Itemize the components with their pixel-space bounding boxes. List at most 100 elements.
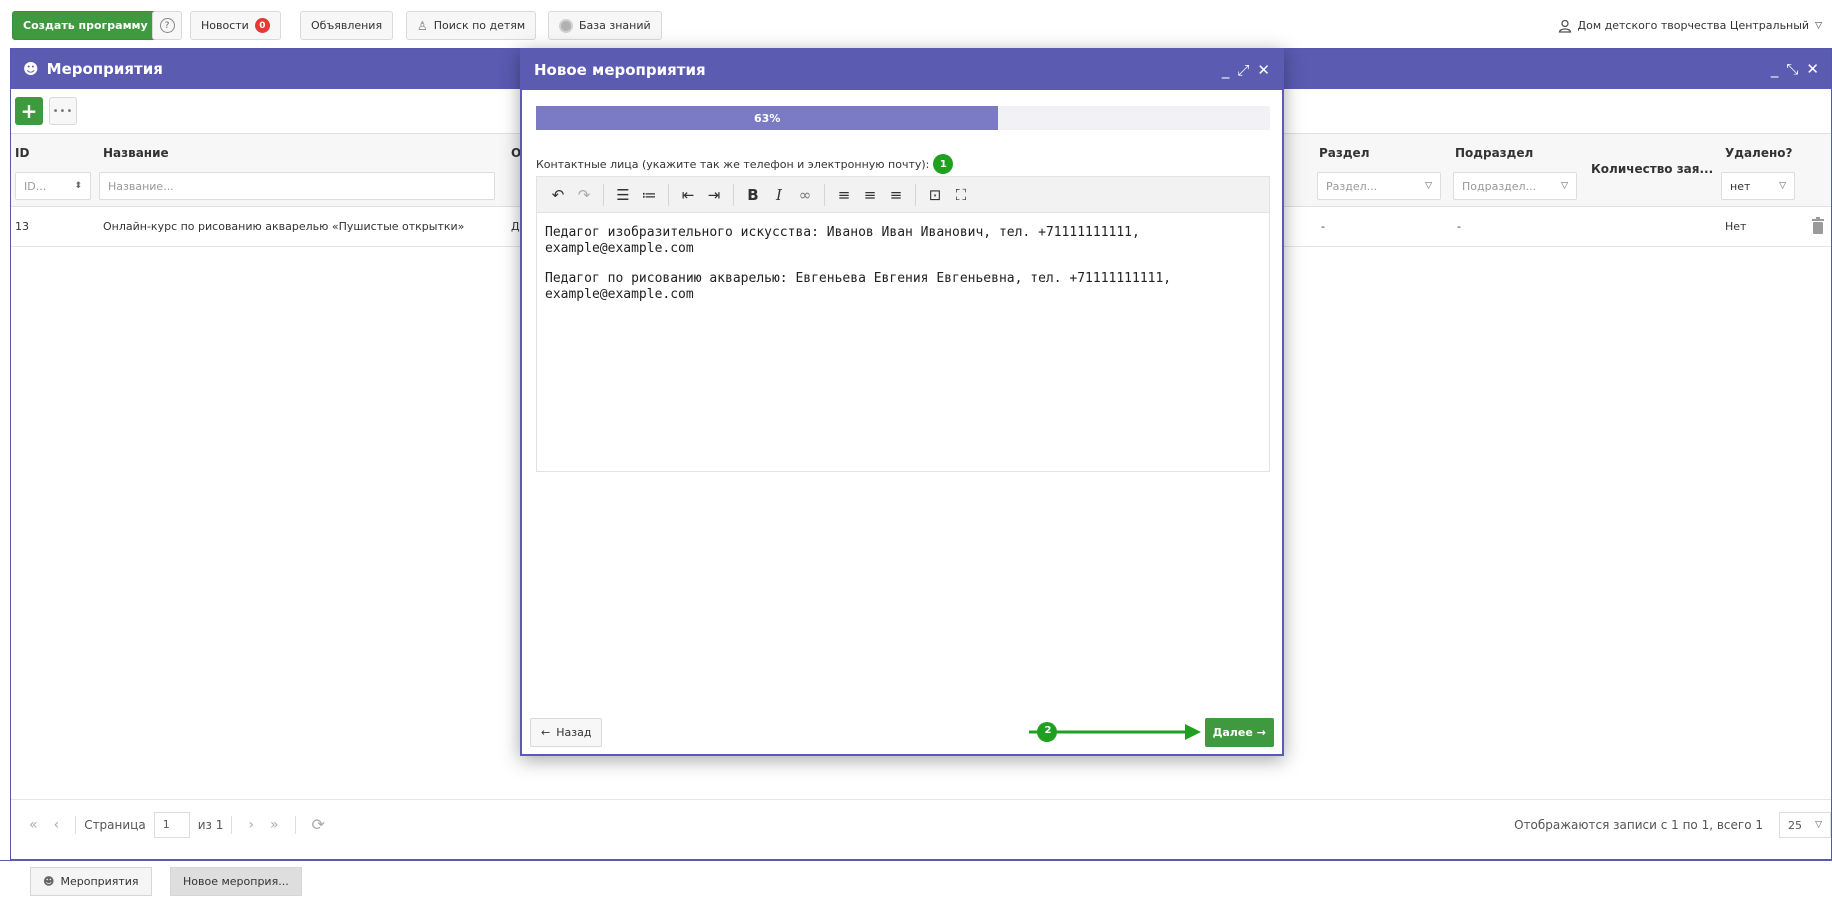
indent-icon[interactable]: ⇥: [701, 182, 727, 208]
align-left-icon[interactable]: ≡: [831, 182, 857, 208]
align-right-icon[interactable]: ≡: [883, 182, 909, 208]
editor-toolbar: ↶ ↷ ☰ ≔ ⇤ ⇥ B I ∞ ≡ ≡ ≡ ⊡ ⛶: [537, 177, 1269, 213]
annotation-marker-2: 2: [1044, 725, 1052, 736]
more-button[interactable]: •••: [49, 97, 77, 125]
podrazdel-filter[interactable]: Подраздел... ▽: [1453, 172, 1577, 200]
page-size-select[interactable]: 25 ▽: [1779, 812, 1831, 838]
numbered-list-icon[interactable]: ≔: [636, 182, 662, 208]
organization-name: Дом детского творчества Центральный: [1577, 19, 1810, 32]
divider: [668, 183, 669, 206]
smile-icon: ☻: [43, 875, 55, 888]
records-info: Отображаются записи с 1 по 1, всего 1: [1514, 818, 1763, 832]
progress-fill: 63%: [536, 106, 999, 130]
spinner-icon[interactable]: ⬍: [74, 181, 82, 191]
page-count-label: из 1: [197, 817, 224, 832]
outdent-icon[interactable]: ⇤: [675, 182, 701, 208]
source-code-icon[interactable]: ⊡: [922, 182, 948, 208]
name-filter[interactable]: Название...: [99, 172, 495, 200]
divider: [75, 815, 77, 834]
col-id[interactable]: ID: [15, 146, 29, 160]
rich-text-editor[interactable]: ↶ ↷ ☰ ≔ ⇤ ⇥ B I ∞ ≡ ≡ ≡ ⊡ ⛶ Педагог изоб…: [536, 176, 1270, 472]
link-icon[interactable]: ∞: [792, 182, 818, 208]
children-search-label: Поиск по детям: [433, 19, 526, 32]
col-count[interactable]: Количество зая...: [1591, 162, 1713, 176]
plus-icon: +: [20, 99, 38, 123]
redo-icon[interactable]: ↷: [571, 182, 597, 208]
task-tab-new-event-label: Новое мероприя...: [183, 875, 289, 888]
col-name[interactable]: Название: [103, 146, 169, 160]
dialog-window-controls: _ ⤢ ✕: [1222, 61, 1270, 79]
divider: [915, 183, 916, 206]
divider: [733, 183, 734, 206]
pagination-bar: « ‹ Страница 1 из 1 › » ⟳ Отображаются з…: [11, 799, 1831, 849]
row-id: 13: [15, 220, 29, 233]
window-controls: _ ⤡ ✕: [1771, 60, 1819, 78]
more-icon: •••: [52, 105, 74, 117]
trash-icon[interactable]: [1811, 217, 1825, 234]
close-icon[interactable]: ✕: [1806, 60, 1819, 78]
contacts-field-label: Контактные лица (укажите так же телефон …: [536, 154, 954, 174]
help-button[interactable]: ?: [152, 11, 182, 40]
organization-selector[interactable]: Дом детского творчества Центральный ▽: [1558, 11, 1822, 40]
align-center-icon[interactable]: ≡: [857, 182, 883, 208]
bullet-list-icon[interactable]: ☰: [610, 182, 636, 208]
col-deleted[interactable]: Удалено?: [1725, 146, 1792, 160]
knowledge-base-button[interactable]: База знаний: [548, 11, 662, 40]
razdel-filter[interactable]: Раздел... ▽: [1317, 172, 1441, 200]
minimize-icon[interactable]: _: [1771, 60, 1779, 78]
arrow-left-icon: ←: [541, 726, 551, 739]
back-button[interactable]: ← Назад: [530, 718, 603, 747]
create-program-button[interactable]: Создать программу: [12, 11, 159, 40]
fullscreen-icon[interactable]: ⛶: [948, 182, 974, 208]
question-icon: ?: [159, 18, 175, 33]
last-page-icon[interactable]: »: [270, 817, 279, 833]
restore-icon[interactable]: ⤡: [1786, 60, 1798, 78]
task-tab-new-event[interactable]: Новое мероприя...: [170, 867, 302, 896]
new-event-dialog: Новое мероприятия _ ⤢ ✕ 63% Контактные л…: [520, 48, 1284, 756]
page-input[interactable]: 1: [153, 811, 190, 838]
refresh-icon[interactable]: ⟳: [312, 815, 325, 834]
taskbar: ☻ Мероприятия Новое мероприя...: [0, 860, 1832, 900]
news-button[interactable]: Новости 0: [190, 11, 281, 40]
editor-content[interactable]: Педагог изобразительного искусства: Иван…: [537, 213, 1269, 329]
user-icon: [1558, 19, 1571, 33]
prev-page-icon[interactable]: ‹: [54, 817, 60, 833]
row-podrazdel: -: [1457, 220, 1461, 233]
add-button[interactable]: +: [15, 97, 43, 125]
top-toolbar: Создать программу ? Новости 0 Объявления…: [0, 0, 1832, 48]
col-podrazdel[interactable]: Подраздел: [1455, 146, 1533, 160]
dialog-header: Новое мероприятия _ ⤢ ✕: [522, 50, 1282, 90]
next-label: Далее: [1212, 726, 1253, 739]
divider: [294, 815, 296, 834]
minimize-icon[interactable]: _: [1222, 61, 1230, 79]
close-icon[interactable]: ✕: [1257, 61, 1270, 79]
next-page-icon[interactable]: ›: [248, 817, 254, 833]
bold-icon[interactable]: B: [740, 182, 766, 208]
next-button[interactable]: Далее →: [1204, 718, 1274, 747]
row-razdel: -: [1321, 220, 1325, 233]
maximize-icon[interactable]: ⤢: [1237, 61, 1249, 79]
divider: [231, 815, 233, 834]
first-page-icon[interactable]: «: [29, 817, 38, 833]
row-deleted: Нет: [1725, 220, 1747, 233]
progress-bar: 63%: [536, 106, 1270, 130]
deleted-filter-value: нет: [1730, 179, 1751, 193]
editor-paragraph: Педагог изобразительного искусства: Иван…: [545, 225, 1140, 256]
announcements-button[interactable]: Объявления: [300, 11, 394, 40]
deleted-filter[interactable]: нет ▽: [1721, 172, 1795, 200]
chevron-down-icon: ▽: [1815, 20, 1822, 31]
undo-icon[interactable]: ↶: [545, 182, 571, 208]
announcements-label: Объявления: [311, 19, 383, 32]
editor-paragraph: Педагог по рисованию акварелью: Евгеньев…: [545, 271, 1172, 302]
italic-icon[interactable]: I: [766, 182, 792, 208]
id-filter[interactable]: ID... ⬍: [15, 172, 91, 200]
children-search-button[interactable]: ♙ Поиск по детям: [406, 11, 537, 40]
task-tab-events[interactable]: ☻ Мероприятия: [30, 867, 152, 896]
annotation-arrow: [1029, 722, 1201, 742]
smile-icon: ☻: [23, 60, 39, 78]
col-razdel[interactable]: Раздел: [1319, 146, 1369, 160]
contacts-label-text: Контактные лица (укажите так же телефон …: [536, 157, 930, 171]
row-name: Онлайн-курс по рисованию акварелью «Пуши…: [103, 220, 465, 233]
page-size-value: 25: [1788, 818, 1802, 832]
news-label: Новости: [201, 19, 249, 32]
